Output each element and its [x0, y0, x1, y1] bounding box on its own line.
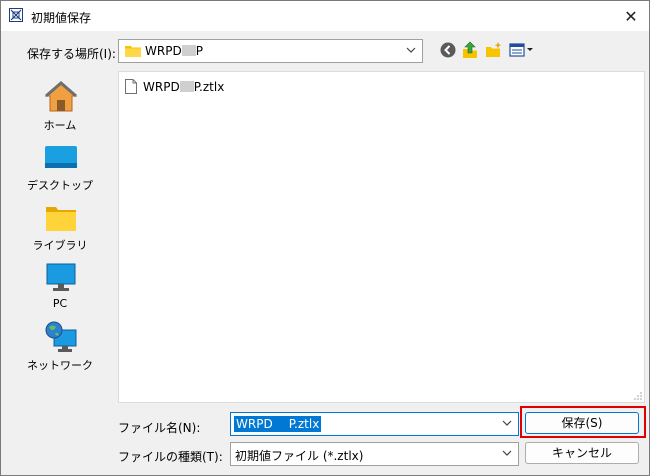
folder-icon	[125, 46, 141, 57]
filename-input[interactable]: WRPD P.ztlx	[230, 412, 519, 436]
window-title: 初期値保存	[31, 11, 92, 25]
save-button-highlight	[520, 406, 646, 438]
place-pc[interactable]: PC	[17, 255, 111, 313]
lookin-label: 保存する場所(I):	[27, 47, 116, 61]
places-bar: ホーム デスクトップ ライブラリ PC ネットワーク	[17, 71, 111, 377]
up-folder-button[interactable]	[461, 41, 479, 59]
place-desktop[interactable]: デスクトップ	[17, 135, 111, 193]
place-library[interactable]: ライブラリ	[17, 195, 111, 253]
filetype-dropdown[interactable]: 初期値ファイル (*.ztlx)	[230, 442, 519, 466]
redacted-block	[181, 45, 196, 56]
file-list[interactable]: WRPD P.ztlx	[118, 71, 645, 403]
home-icon	[44, 81, 78, 112]
place-network[interactable]: ネットワーク	[17, 315, 111, 373]
pc-icon	[46, 263, 76, 291]
library-icon	[46, 207, 76, 231]
title-bar: 初期値保存 ✕	[1, 1, 649, 31]
close-button[interactable]: ✕	[613, 1, 649, 31]
chevron-down-icon	[406, 43, 418, 57]
document-icon	[125, 79, 137, 94]
filetype-label: ファイルの種類(T):	[118, 450, 223, 464]
redacted-block	[179, 81, 194, 92]
filename-value: WRPD P.ztlx	[234, 416, 322, 432]
up-folder-icon	[463, 41, 477, 58]
filename-label: ファイル名(N):	[118, 421, 201, 435]
view-grid-icon	[509, 43, 533, 57]
network-icon	[45, 321, 77, 352]
app-icon	[9, 8, 23, 22]
lookin-dropdown[interactable]: WRPD P	[118, 39, 423, 63]
resize-grip-icon[interactable]	[633, 391, 643, 401]
cancel-button[interactable]: キャンセル	[525, 442, 639, 464]
view-menu-button[interactable]	[509, 41, 535, 59]
redacted-block	[273, 418, 289, 428]
place-home[interactable]: ホーム	[17, 75, 111, 133]
close-icon: ✕	[624, 6, 638, 26]
new-folder-button[interactable]	[485, 41, 503, 59]
lookin-value: WRPD P	[145, 44, 203, 58]
back-button[interactable]	[439, 41, 457, 59]
chevron-down-icon[interactable]	[502, 416, 514, 430]
desktop-icon	[45, 146, 77, 168]
filetype-value: 初期値ファイル (*.ztlx)	[235, 449, 364, 463]
file-name: WRPD P.ztlx	[143, 80, 225, 94]
back-arrow-icon	[440, 42, 456, 58]
chevron-down-icon	[502, 446, 514, 460]
save-dialog: 初期値保存 ✕ 保存する場所(I): WRPD P ホーム デスクトップ ライブ…	[0, 0, 650, 476]
new-folder-icon	[486, 42, 502, 57]
